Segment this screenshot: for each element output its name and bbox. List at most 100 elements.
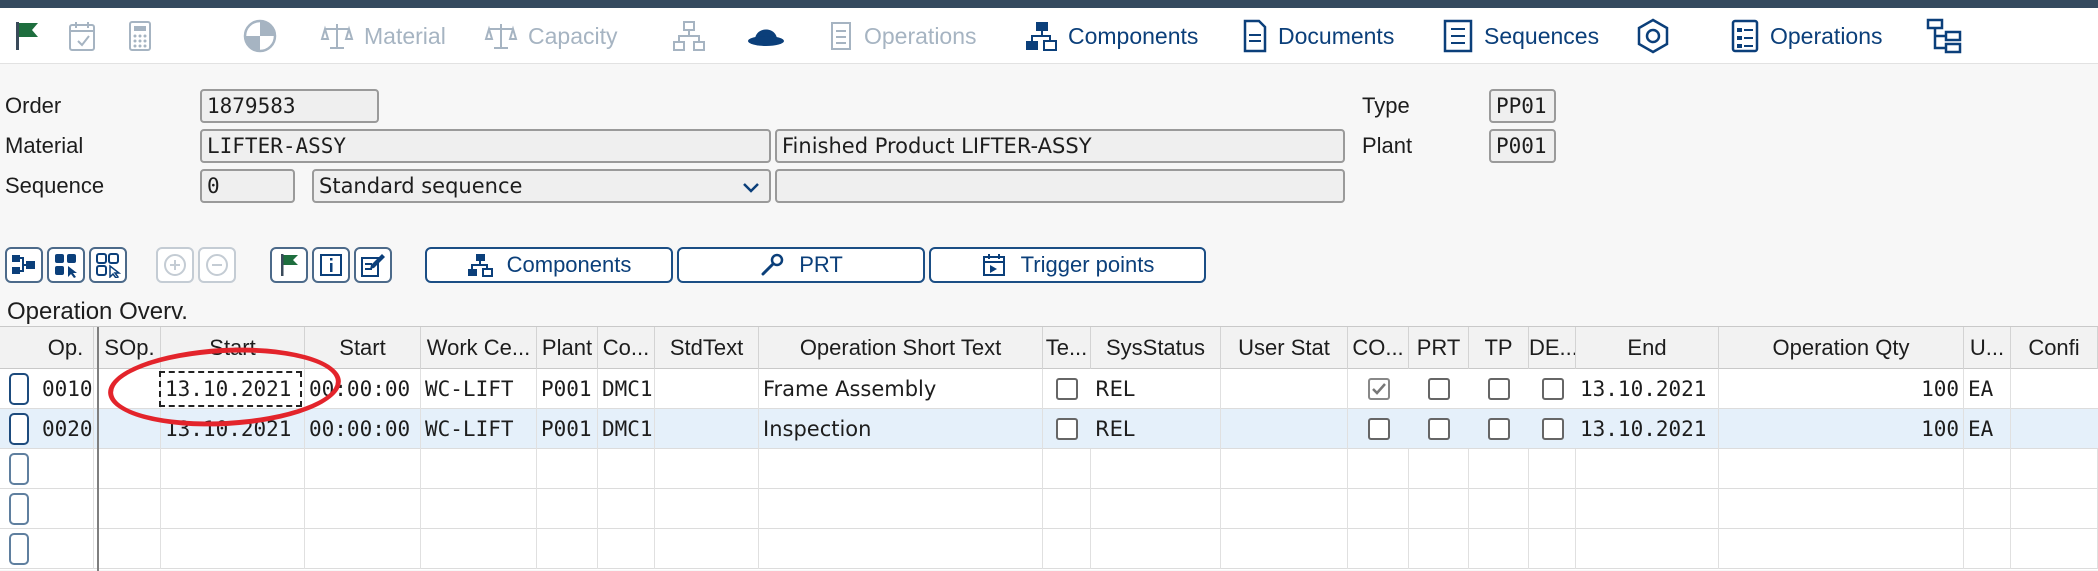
cell-unit[interactable]: EA [1964,369,2011,409]
empty-cell[interactable] [1348,449,1409,489]
order-field[interactable]: 1879583 [200,89,379,123]
empty-cell[interactable] [1221,529,1348,569]
cell-user-status[interactable] [1221,409,1348,449]
trigger-points-button[interactable]: Trigger points [929,247,1206,283]
empty-cell[interactable] [1091,449,1221,489]
empty-cell[interactable] [537,449,598,489]
edit-button[interactable] [354,247,392,283]
row-selector[interactable] [9,373,29,405]
empty-cell[interactable] [1221,449,1348,489]
empty-cell[interactable] [1576,449,1719,489]
empty-cell[interactable] [598,489,655,529]
empty-cell[interactable] [2011,489,2098,529]
empty-cell[interactable] [1964,449,2011,489]
cell-work-center[interactable]: WC-LIFT [421,409,537,449]
capacity-button[interactable]: Capacity [484,8,617,64]
column-header[interactable]: U... [1964,327,2011,369]
co-checkbox[interactable] [1368,418,1390,440]
cell-start-time[interactable]: 00:00:00 [305,409,421,449]
row-selector[interactable] [9,453,29,485]
empty-cell[interactable] [161,489,305,529]
column-header[interactable]: End [1576,327,1719,369]
empty-cell[interactable] [1576,529,1719,569]
type-field[interactable]: PP01 [1489,89,1556,123]
empty-cell[interactable] [99,489,161,529]
empty-cell[interactable] [1409,449,1469,489]
cell-work-center[interactable]: WC-LIFT [421,369,537,409]
co-checkbox[interactable] [1368,378,1390,400]
cell-op[interactable]: 0020 [38,409,94,449]
empty-cell[interactable] [38,529,94,569]
empty-cell[interactable] [1043,489,1091,529]
empty-cell[interactable] [99,529,161,569]
empty-cell[interactable] [1529,489,1576,529]
row-selector[interactable] [9,493,29,525]
components-button[interactable]: Components [425,247,673,283]
empty-cell[interactable] [759,449,1043,489]
cell-stdtext[interactable] [655,369,759,409]
cell-sys-status[interactable]: REL [1091,409,1221,449]
cell-end[interactable]: 13.10.2021 [1576,409,1719,449]
empty-cell[interactable] [1964,529,2011,569]
column-header[interactable]: StdText [655,327,759,369]
empty-cell[interactable] [598,529,655,569]
column-header[interactable]: Te... [1043,327,1091,369]
empty-cell[interactable] [99,449,161,489]
empty-cell[interactable] [2011,529,2098,569]
de-checkbox[interactable] [1542,418,1564,440]
pie-chart-button[interactable] [242,8,278,64]
components-toolbar-button[interactable]: Components [1024,8,1198,64]
column-header[interactable]: Co... [598,327,655,369]
details-button[interactable] [312,247,350,283]
remove-row-button[interactable] [198,247,236,283]
empty-cell[interactable] [421,449,537,489]
prt-checkbox[interactable] [1428,378,1450,400]
empty-cell[interactable] [1348,489,1409,529]
cell-control[interactable]: DMC1 [598,409,655,449]
material-field[interactable]: LIFTER-ASSY [200,129,771,163]
status-flag-button[interactable] [270,247,308,283]
operations-disabled-button[interactable]: Operations [828,8,977,64]
tree-button[interactable] [1926,8,1964,64]
empty-cell[interactable] [598,449,655,489]
empty-cell[interactable] [1409,529,1469,569]
cell-short-text[interactable]: Frame Assembly [759,369,1043,409]
table-row[interactable] [0,449,2098,489]
sequences-button[interactable]: Sequences [1442,8,1599,64]
empty-cell[interactable] [1091,489,1221,529]
empty-cell[interactable] [305,489,421,529]
empty-cell[interactable] [655,529,759,569]
cell-sys-status[interactable]: REL [1091,369,1221,409]
cell-short-text[interactable]: Inspection [759,409,1043,449]
empty-cell[interactable] [305,529,421,569]
empty-cell[interactable] [421,529,537,569]
hat-button[interactable] [746,8,786,64]
empty-cell[interactable] [1529,529,1576,569]
empty-cell[interactable] [1469,449,1529,489]
column-header[interactable]: Operation Qty [1719,327,1964,369]
cell-end[interactable]: 13.10.2021 [1576,369,1719,409]
select-all-button[interactable] [47,247,85,283]
material-button[interactable]: Material [320,8,446,64]
empty-cell[interactable] [161,449,305,489]
empty-cell[interactable] [655,449,759,489]
column-header[interactable]: Work Ce... [421,327,537,369]
documents-button[interactable]: Documents [1242,8,1394,64]
empty-cell[interactable] [537,489,598,529]
empty-cell[interactable] [1719,489,1964,529]
operations-button[interactable]: Operations [1730,8,1883,64]
column-header[interactable]: TP [1469,327,1529,369]
calculator-button[interactable] [128,8,152,64]
cell-unit[interactable]: EA [1964,409,2011,449]
empty-cell[interactable] [305,449,421,489]
column-header[interactable]: DE... [1529,327,1576,369]
column-header[interactable]: Plant [537,327,598,369]
de-checkbox[interactable] [1542,378,1564,400]
cell-qty[interactable]: 100 [1719,369,1964,409]
empty-cell[interactable] [1043,449,1091,489]
te-checkbox[interactable] [1056,418,1078,440]
empty-cell[interactable] [38,489,94,529]
prt-button[interactable]: PRT [677,247,925,283]
column-header[interactable]: User Stat [1221,327,1348,369]
plant-field[interactable]: P001 [1489,129,1556,163]
